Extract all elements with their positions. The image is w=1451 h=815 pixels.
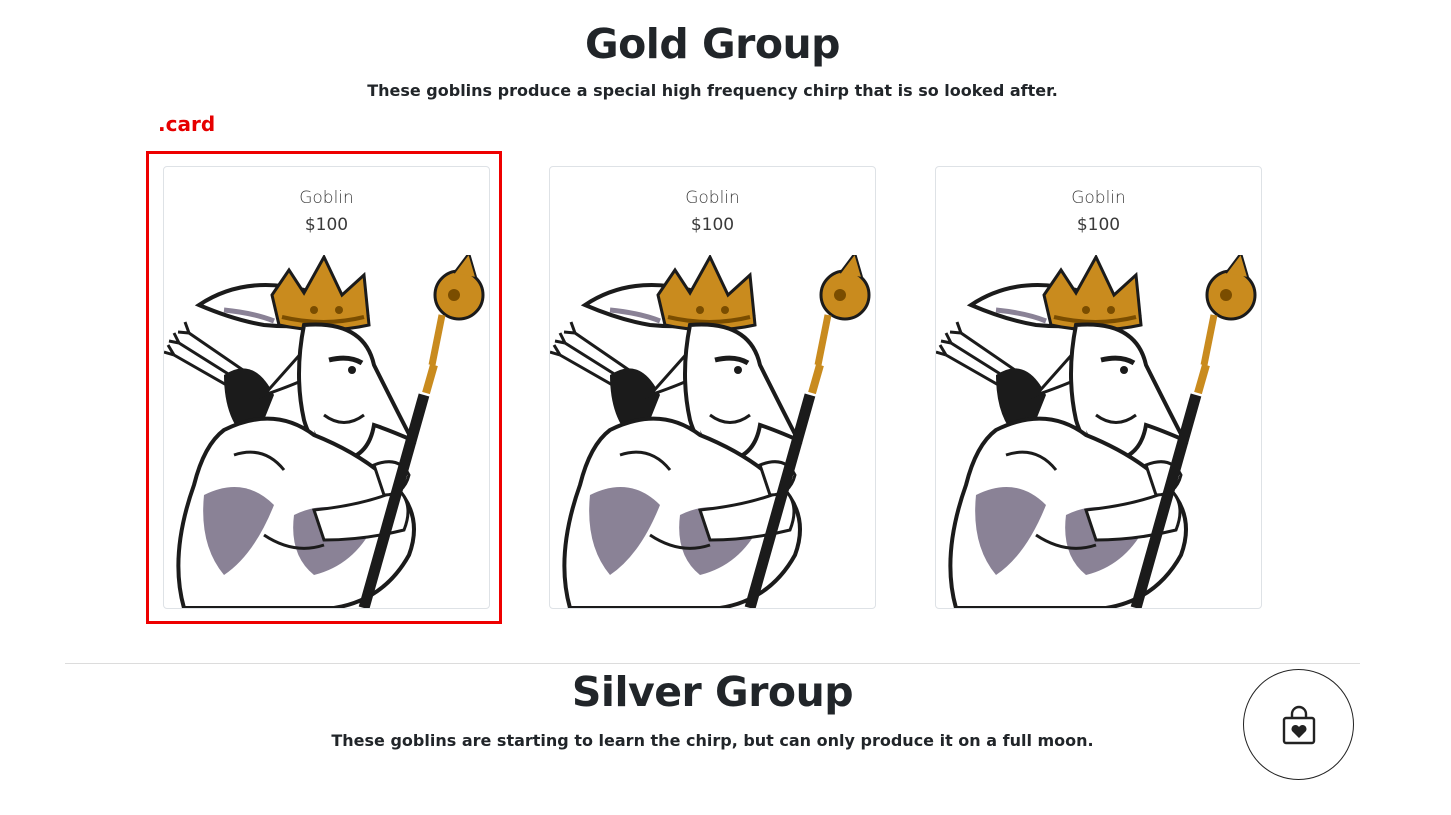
product-card[interactable]: Goblin $100 xyxy=(549,166,876,609)
gold-group-description: These goblins produce a special high fre… xyxy=(367,81,1058,100)
card-title: Goblin xyxy=(685,188,740,208)
product-card[interactable]: Goblin $100 xyxy=(935,166,1262,609)
gold-group-title: Gold Group xyxy=(584,20,841,68)
card-annotation-label: .card xyxy=(158,112,216,136)
product-card[interactable]: Goblin $100 xyxy=(163,166,490,609)
goblin-image xyxy=(936,250,1261,608)
card-title: Goblin xyxy=(299,188,354,208)
card-title: Goblin xyxy=(1071,188,1126,208)
shopping-bag-heart-icon xyxy=(1282,705,1315,744)
goblin-image xyxy=(164,250,489,608)
silver-group-title: Silver Group xyxy=(571,668,854,716)
section-divider xyxy=(65,663,1360,664)
cart-button[interactable] xyxy=(1243,669,1354,780)
card-price: $100 xyxy=(1076,215,1121,235)
goblin-image xyxy=(550,250,875,608)
card-price: $100 xyxy=(690,215,735,235)
silver-group-description: These goblins are starting to learn the … xyxy=(331,731,1094,750)
card-price: $100 xyxy=(304,215,349,235)
